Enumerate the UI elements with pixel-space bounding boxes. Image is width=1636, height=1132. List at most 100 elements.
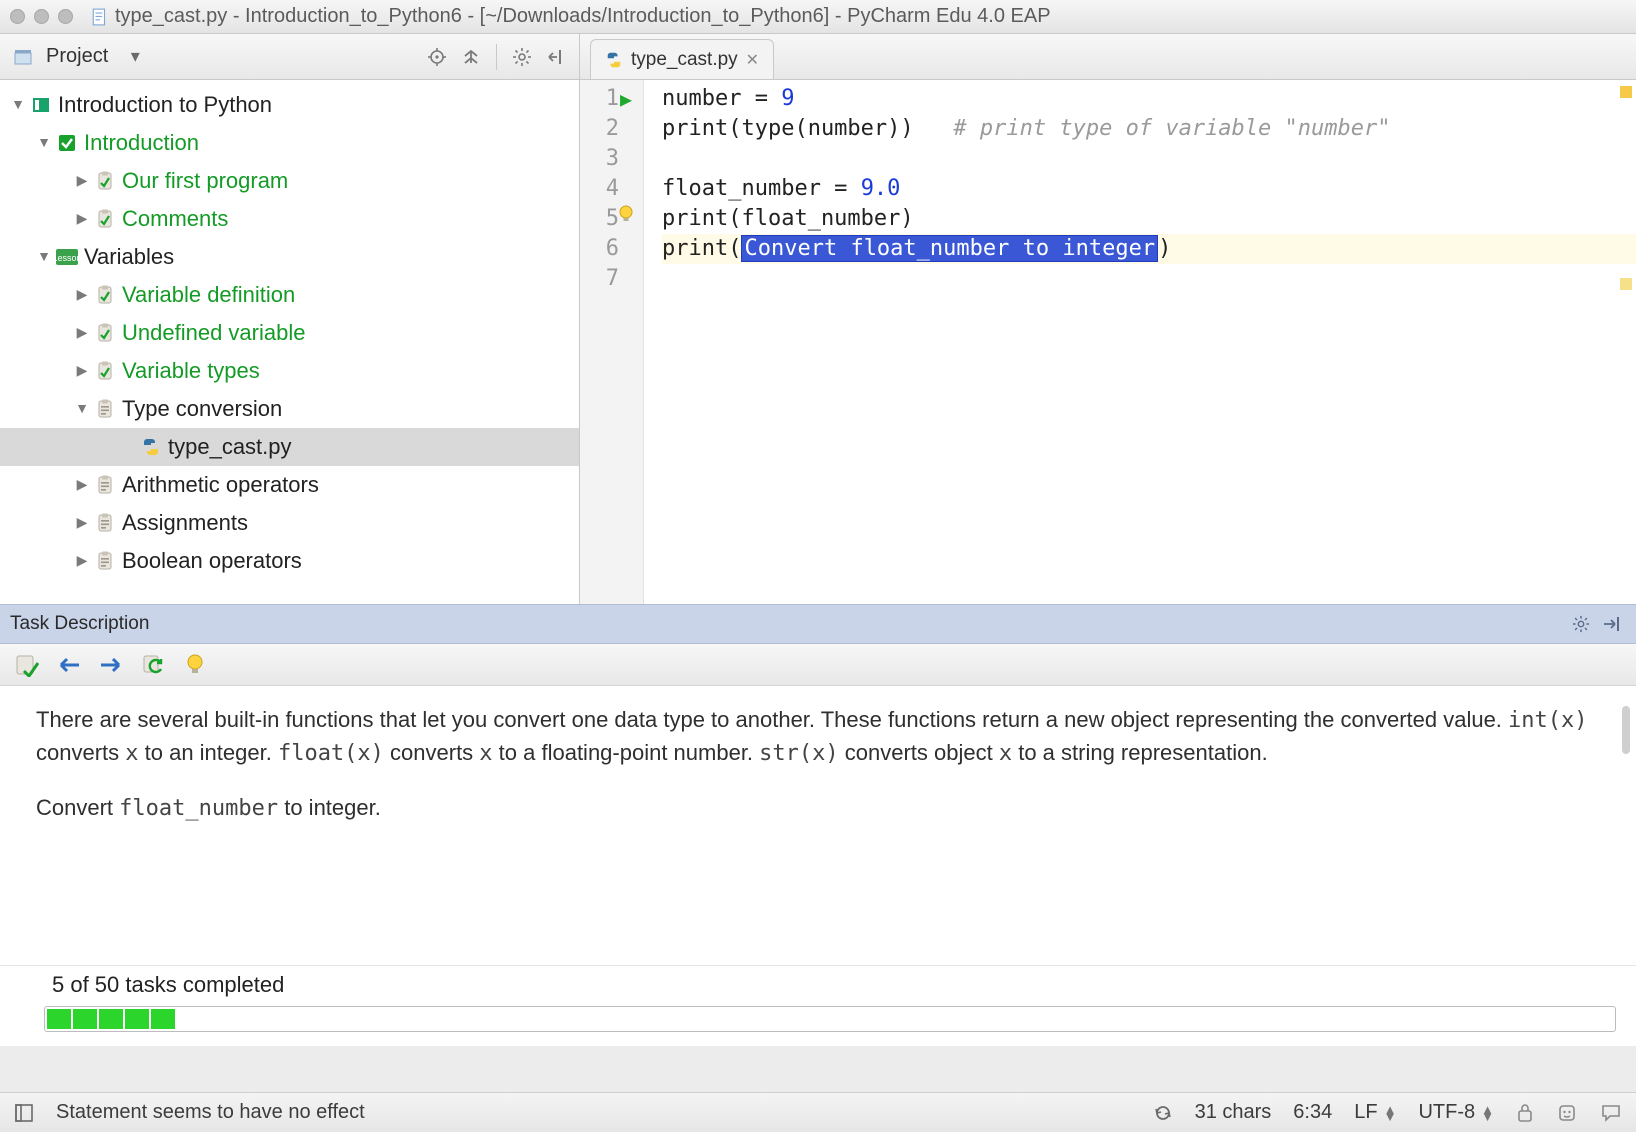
expand-toggle-icon[interactable]: ▶ (72, 474, 92, 496)
expand-toggle-icon[interactable]: ▶ (72, 322, 92, 344)
window-minimize-dot[interactable] (34, 9, 49, 24)
progress-segment (125, 1009, 149, 1029)
tree-section-variables[interactable]: ▼ Lesson Variables (0, 238, 579, 276)
line-number[interactable]: 4 (580, 174, 619, 204)
tree-item[interactable]: ▶ Variable definition (0, 276, 579, 314)
tree-item[interactable]: ▶ Boolean operators (0, 542, 579, 580)
code-line[interactable]: float_number = 9.0 (662, 174, 1636, 204)
editor-tab[interactable]: type_cast.py ✕ (590, 39, 774, 79)
locate-icon[interactable] (422, 42, 452, 72)
status-encoding[interactable]: UTF-8▲▼ (1418, 1101, 1494, 1124)
collapse-all-icon[interactable] (456, 42, 486, 72)
window-title: type_cast.py - Introduction_to_Python6 -… (115, 5, 1051, 28)
task-done-icon (94, 360, 116, 382)
lesson-done-icon (56, 132, 78, 154)
warning-marker-icon[interactable] (1620, 278, 1632, 290)
reset-task-icon[interactable] (140, 652, 166, 678)
expand-toggle-icon[interactable]: ▶ (72, 512, 92, 534)
tree-root[interactable]: ▼ Introduction to Python (0, 86, 579, 124)
window-close-dot[interactable] (10, 9, 25, 24)
prev-task-icon[interactable] (56, 652, 82, 678)
status-lock-icon[interactable] (1516, 1103, 1534, 1123)
line-number[interactable]: 7 (580, 264, 619, 294)
window-zoom-dot[interactable] (58, 9, 73, 24)
line-number[interactable]: 5 (580, 204, 619, 234)
warning-marker-icon[interactable] (1620, 86, 1632, 98)
task-description-body[interactable]: There are several built-in functions tha… (0, 686, 1636, 966)
task-icon (94, 512, 116, 534)
hint-bulb-icon[interactable] (182, 652, 208, 678)
expand-toggle-icon[interactable]: ▶ (72, 550, 92, 572)
hide-tool-window-icon[interactable] (541, 42, 571, 72)
tree-item[interactable]: ▶ Assignments (0, 504, 579, 542)
line-number[interactable]: 6 (580, 234, 619, 264)
expand-toggle-icon[interactable]: ▶ (72, 360, 92, 382)
next-task-icon[interactable] (98, 652, 124, 678)
status-sync-icon[interactable] (1153, 1103, 1173, 1123)
tree-label: Variable types (122, 354, 260, 388)
project-view-icon[interactable] (8, 42, 38, 72)
expand-toggle-icon[interactable]: ▼ (8, 94, 28, 116)
tree-label: Our first program (122, 164, 288, 198)
course-icon (30, 94, 52, 116)
tree-item[interactable]: ▶ Comments (0, 200, 579, 238)
status-inspector-icon[interactable] (1556, 1102, 1578, 1124)
tree-file-type-cast[interactable]: type_cast.py (0, 428, 579, 466)
progress-label: 5 of 50 tasks completed (44, 972, 1616, 998)
task-done-icon (94, 170, 116, 192)
expand-toggle-icon[interactable]: ▼ (72, 398, 92, 420)
tree-item[interactable]: ▶ Arithmetic operators (0, 466, 579, 504)
status-tool-windows-icon[interactable] (14, 1103, 34, 1123)
hide-tool-window-icon[interactable] (1596, 609, 1626, 639)
python-file-icon (140, 436, 162, 458)
expand-toggle-icon[interactable]: ▶ (72, 170, 92, 192)
close-tab-icon[interactable]: ✕ (746, 50, 759, 70)
answer-placeholder[interactable]: Convert float_number to integer (741, 235, 1158, 262)
project-toolbar: Project ▾ (0, 34, 579, 80)
code-editor[interactable]: ▶ 1 2 3 4 5 6 7 number = 9 print(type(nu… (580, 80, 1636, 604)
code-area[interactable]: number = 9 print(type(number)) # print t… (644, 80, 1636, 604)
file-icon (91, 8, 109, 26)
status-line-separator[interactable]: LF▲▼ (1354, 1101, 1396, 1124)
editor-area: type_cast.py ✕ ▶ 1 2 3 4 5 6 7 num (580, 34, 1636, 604)
expand-toggle-icon[interactable]: ▼ (34, 132, 54, 154)
task-done-icon (94, 208, 116, 230)
progress-segment (151, 1009, 175, 1029)
intention-bulb-icon[interactable] (616, 204, 636, 224)
expand-toggle-icon[interactable]: ▼ (34, 246, 54, 268)
window-traffic-lights[interactable] (10, 9, 73, 24)
tree-item[interactable]: ▶ Variable types (0, 352, 579, 390)
progress-segment (47, 1009, 71, 1029)
task-description-header[interactable]: Task Description (0, 604, 1636, 644)
code-line[interactable] (662, 264, 1636, 294)
status-feedback-icon[interactable] (1600, 1102, 1622, 1124)
tree-item[interactable]: ▶ Undefined variable (0, 314, 579, 352)
tree-label: Boolean operators (122, 544, 302, 578)
code-line-current[interactable]: print(Convert float_number to integer) (662, 234, 1636, 264)
line-number[interactable]: 2 (580, 114, 619, 144)
code-line[interactable]: number = 9 (662, 84, 1636, 114)
expand-toggle-icon[interactable]: ▶ (72, 284, 92, 306)
status-chars[interactable]: 31 chars (1195, 1101, 1272, 1124)
editor-gutter[interactable]: ▶ 1 2 3 4 5 6 7 (580, 80, 644, 604)
tree-label: Variable definition (122, 278, 295, 312)
settings-gear-icon[interactable] (1566, 609, 1596, 639)
run-gutter-icon[interactable]: ▶ (620, 84, 632, 114)
line-number[interactable]: 1 (580, 84, 619, 114)
code-line[interactable]: print(float_number) (662, 204, 1636, 234)
code-line[interactable] (662, 144, 1636, 174)
lesson-icon: Lesson (56, 246, 78, 268)
expand-toggle-icon[interactable]: ▶ (72, 208, 92, 230)
tree-section-introduction[interactable]: ▼ Introduction (0, 124, 579, 162)
line-number[interactable]: 3 (580, 144, 619, 174)
scrollbar-thumb[interactable] (1622, 706, 1630, 754)
project-tree[interactable]: ▼ Introduction to Python ▼ Introduction … (0, 80, 579, 604)
project-view-dropdown-icon[interactable]: ▾ (120, 42, 150, 72)
status-caret-position[interactable]: 6:34 (1293, 1101, 1332, 1124)
check-task-icon[interactable] (14, 652, 40, 678)
tree-item[interactable]: ▶ Our first program (0, 162, 579, 200)
tree-item-type-conversion[interactable]: ▼ Type conversion (0, 390, 579, 428)
code-line[interactable]: print(type(number)) # print type of vari… (662, 114, 1636, 144)
settings-gear-icon[interactable] (507, 42, 537, 72)
project-label[interactable]: Project (46, 45, 108, 68)
